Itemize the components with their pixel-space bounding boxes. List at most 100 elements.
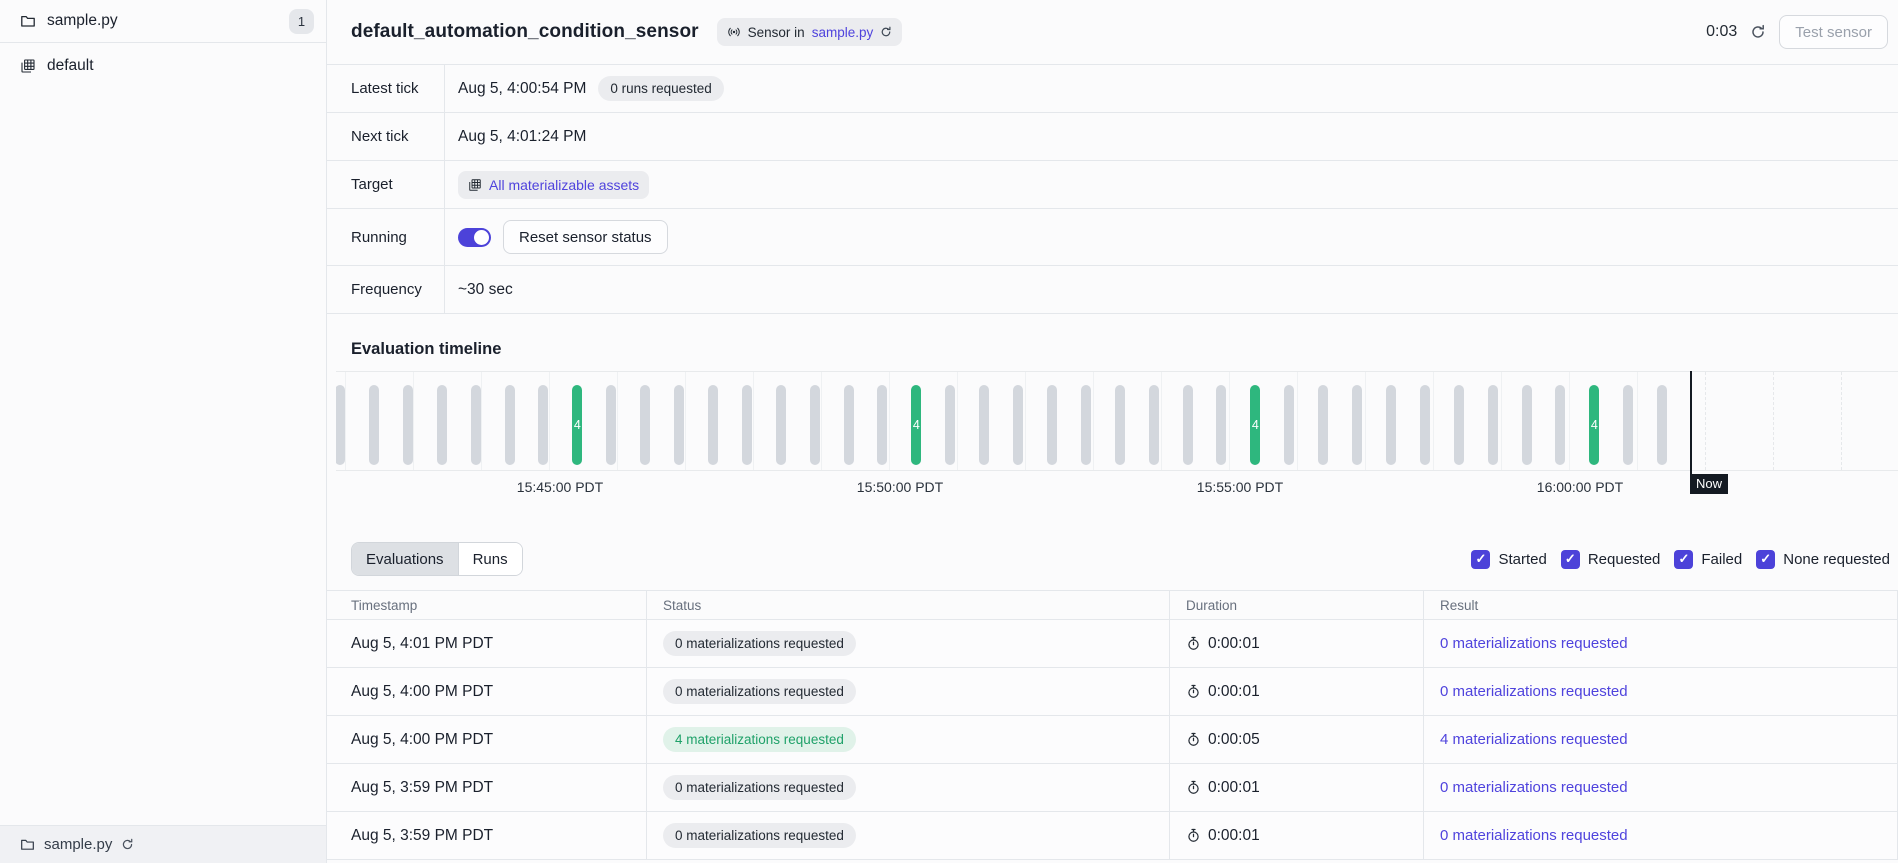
meta-row-target: Target All materializable assets [327,161,1898,209]
filter-started[interactable]: ✓Started [1471,550,1546,569]
filter-failed[interactable]: ✓Failed [1674,550,1742,569]
result-link[interactable]: 0 materializations requested [1440,827,1628,844]
tick-bar-requested[interactable]: 4 [1589,385,1599,465]
cell-timestamp: Aug 5, 4:01 PM PDT [327,620,646,667]
gridline [1705,372,1706,470]
column-header-duration: Duration [1169,591,1423,619]
tick-bar-none[interactable] [403,385,413,465]
tick-bar-none[interactable] [1216,385,1226,465]
tick-bar-none[interactable] [369,385,379,465]
header-actions: 0:03 Test sensor [1706,15,1888,49]
cell-duration: 0:00:01 [1169,620,1423,667]
workspace-footer-label: sample.py [44,836,112,853]
next-tick-value: Aug 5, 4:01:24 PM [458,128,586,146]
tick-bar-none[interactable] [437,385,447,465]
filter-requested[interactable]: ✓Requested [1561,550,1661,569]
cell-duration: 0:00:05 [1169,716,1423,763]
tab-runs[interactable]: Runs [458,543,522,575]
tick-bar-requested[interactable]: 4 [572,385,582,465]
tick-bar-none[interactable] [1386,385,1396,465]
gridline [345,372,346,470]
filter-group: ✓Started✓Requested✓Failed✓None requested [1471,550,1890,569]
tick-bar-none[interactable] [1115,385,1125,465]
tick-bar-none[interactable] [1081,385,1091,465]
tick-bar-none[interactable] [1183,385,1193,465]
duration-value: 0:00:01 [1208,827,1260,845]
tick-bar-none[interactable] [1352,385,1362,465]
frequency-value: ~30 sec [458,281,513,299]
tick-bar-none[interactable] [877,385,887,465]
checkbox-check-icon[interactable]: ✓ [1674,550,1693,569]
toggle-knob [474,230,489,245]
sidebar-item-default-group[interactable]: default [0,43,326,88]
gridline [821,372,822,470]
tick-bar-none[interactable] [1013,385,1023,465]
tick-bar-none[interactable] [1420,385,1430,465]
result-link[interactable]: 0 materializations requested [1440,683,1628,700]
tick-bar-none[interactable] [844,385,854,465]
main-content: default_automation_condition_sensor Sens… [327,0,1898,863]
tick-bar-requested[interactable]: 4 [1250,385,1260,465]
tick-bar-none[interactable] [471,385,481,465]
tick-bar-none[interactable] [674,385,684,465]
tick-bar-none[interactable] [810,385,820,465]
result-link[interactable]: 0 materializations requested [1440,779,1628,796]
tick-bar-none[interactable] [538,385,548,465]
workspace-footer: sample.py [0,825,326,863]
status-badge: 0 materializations requested [663,631,856,656]
checkbox-check-icon[interactable]: ✓ [1756,550,1775,569]
tick-bar-none[interactable] [1623,385,1633,465]
tick-bar-none[interactable] [979,385,989,465]
filter-none-requested[interactable]: ✓ None requested [1756,550,1890,569]
tick-bar-none[interactable] [1047,385,1057,465]
sidebar: sample.py 1 default sample.py [0,0,327,863]
tick-bar-none[interactable] [945,385,955,465]
tick-bar-none[interactable] [1488,385,1498,465]
tick-bar-none[interactable] [742,385,752,465]
meta-label: Latest tick [327,65,445,112]
checkbox-check-icon[interactable]: ✓ [1471,550,1490,569]
sensor-origin-prefix: Sensor in [748,25,805,40]
gridline [1569,372,1570,470]
gridline [889,372,890,470]
filter-label: None requested [1783,551,1890,568]
refresh-icon[interactable] [1750,24,1766,40]
cell-status: 0 materializations requested [646,620,1169,667]
gridline [1433,372,1434,470]
target-assets-chip[interactable]: All materializable assets [458,171,649,199]
test-sensor-button[interactable]: Test sensor [1779,15,1888,49]
tick-bar-none[interactable] [1657,385,1667,465]
refresh-icon[interactable] [880,26,892,38]
stopwatch-icon [1186,636,1201,651]
column-header-timestamp: Timestamp [327,591,646,619]
tick-bar-none[interactable] [505,385,515,465]
tick-bar-none[interactable] [1454,385,1464,465]
tick-bar-none[interactable] [776,385,786,465]
tick-bar-none[interactable] [708,385,718,465]
tick-bar-none[interactable] [1522,385,1532,465]
tick-bar-none[interactable] [606,385,616,465]
status-badge: 0 materializations requested [663,679,856,704]
running-toggle[interactable] [458,228,491,247]
meta-label: Next tick [327,113,445,160]
gridline [1025,372,1026,470]
result-link[interactable]: 4 materializations requested [1440,731,1628,748]
gridline [1637,372,1638,470]
tick-bar-none[interactable] [640,385,650,465]
cell-timestamp: Aug 5, 3:59 PM PDT [327,764,646,811]
reload-location-icon[interactable] [121,838,134,851]
tick-bar-none[interactable] [1318,385,1328,465]
tick-bar-none[interactable] [1284,385,1294,465]
tick-bar-requested[interactable]: 4 [911,385,921,465]
reset-sensor-status-button[interactable]: Reset sensor status [503,220,668,254]
tick-bar-none[interactable] [1555,385,1565,465]
axis-tick-label: 15:55:00 PDT [1197,479,1283,495]
tick-bar-none[interactable] [1149,385,1159,465]
result-link[interactable]: 0 materializations requested [1440,635,1628,652]
tab-evaluations[interactable]: Evaluations [352,543,458,575]
sidebar-item-code-location-file[interactable]: sample.py 1 [0,0,326,43]
checkbox-check-icon[interactable]: ✓ [1561,550,1580,569]
sensor-origin-file-link[interactable]: sample.py [812,25,874,40]
axis-tick-label: 16:00:00 PDT [1537,479,1623,495]
tick-bar-none[interactable] [336,385,345,465]
